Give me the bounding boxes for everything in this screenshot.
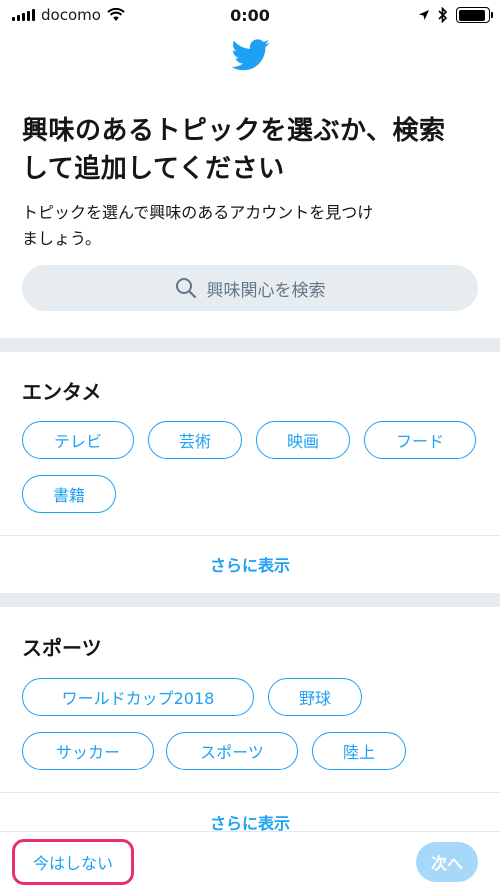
location-arrow-icon	[419, 10, 429, 20]
show-more-link-entertainment[interactable]: さらに表示	[0, 552, 500, 576]
signal-strength-icon	[12, 9, 35, 21]
carrier-name: docomo	[41, 6, 101, 24]
topic-chip-movies[interactable]: 映画	[256, 421, 350, 459]
search-icon	[175, 278, 196, 299]
section-divider	[0, 338, 500, 352]
bluetooth-icon	[438, 7, 448, 23]
topic-chip-food[interactable]: フード	[364, 421, 476, 459]
status-left: docomo	[12, 6, 125, 24]
battery-level	[458, 9, 485, 21]
topic-chip-books[interactable]: 書籍	[22, 475, 116, 513]
status-bar: docomo 0:00	[0, 0, 500, 30]
section-divider	[0, 593, 500, 607]
wifi-icon	[107, 8, 125, 21]
page-subtitle-line-1: トピックを選んで興味のあるアカウントを見つけ	[22, 203, 374, 222]
page-title-line-2: して追加してください	[22, 154, 285, 184]
twitter-bird-icon	[232, 39, 270, 71]
topic-chip-baseball[interactable]: 野球	[268, 678, 362, 716]
row-separator	[0, 535, 500, 536]
status-right	[418, 7, 493, 23]
topic-chip-sports[interactable]: スポーツ	[166, 732, 298, 770]
topic-chip-art[interactable]: 芸術	[148, 421, 242, 459]
search-placeholder: 興味関心を検索	[206, 280, 326, 301]
search-input[interactable]: 興味関心を検索	[22, 265, 478, 311]
page-title: 興味のあるトピックを選ぶか、検索 して追加してください	[22, 112, 482, 188]
topic-chip-tv[interactable]: テレビ	[22, 421, 134, 459]
page-title-line-1: 興味のあるトピックを選ぶか、検索	[22, 116, 446, 146]
skip-button[interactable]: 今はしない	[12, 839, 134, 885]
section-title-entertainment: エンタメ	[22, 380, 102, 404]
row-separator	[0, 792, 500, 793]
next-button[interactable]: 次へ	[416, 842, 478, 882]
section-title-sports: スポーツ	[22, 636, 102, 660]
bottom-bar: 今はしない 次へ	[0, 831, 500, 889]
page-subtitle: トピックを選んで興味のあるアカウントを見つけ ましょう。	[22, 200, 482, 252]
topic-chip-soccer[interactable]: サッカー	[22, 732, 154, 770]
page-subtitle-line-2: ましょう。	[22, 229, 102, 248]
topic-chip-track[interactable]: 陸上	[312, 732, 406, 770]
topic-chip-world-cup[interactable]: ワールドカップ2018	[22, 678, 254, 716]
battery-icon	[456, 7, 493, 23]
